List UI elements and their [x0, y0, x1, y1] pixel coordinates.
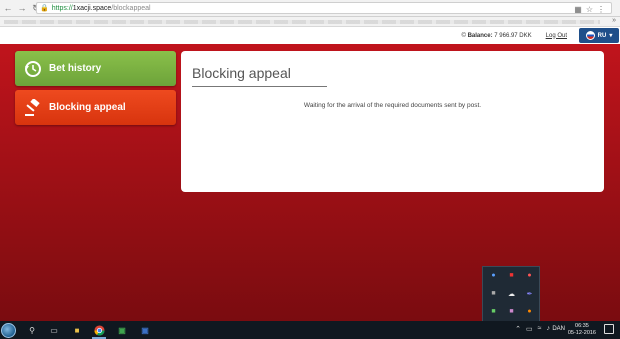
volume-icon[interactable]: ♪	[547, 325, 551, 333]
url-path: /blockappeal	[111, 4, 151, 12]
search-icon[interactable]: ⚲	[26, 324, 38, 336]
app-tray-icon[interactable]: ■	[507, 271, 516, 280]
menu-icon[interactable]: ⋮	[597, 5, 605, 14]
clock-date: 05-12-2016	[567, 330, 596, 336]
title-divider	[192, 86, 327, 87]
taskbar: ⚲ ▭ ■ ▣ ▣ ⌃ ▭ ≈ ♪ DAN 06:35 05-12-2016	[0, 321, 620, 339]
gavel-icon	[23, 98, 43, 118]
chevron-down-icon: ▾	[609, 33, 613, 39]
notification-icon[interactable]	[604, 324, 614, 334]
notes-icon[interactable]: ■	[489, 289, 498, 298]
bluetooth-icon[interactable]: ●	[489, 271, 498, 280]
page-title: Blocking appeal	[192, 65, 291, 81]
language-code: RU	[597, 32, 607, 39]
lock-icon: 🔒	[40, 5, 49, 12]
chrome-icon[interactable]	[93, 324, 105, 336]
antivirus-icon[interactable]: ●	[525, 271, 534, 280]
bookmarks-overflow-icon[interactable]: »	[612, 17, 616, 24]
site-header: © Balance: 7 966.97 DKK Log Out RU ▾	[0, 27, 620, 44]
logout-link[interactable]: Log Out	[546, 33, 567, 39]
back-icon[interactable]: ←	[2, 2, 14, 14]
cloud-icon[interactable]: ☁	[507, 289, 516, 298]
balance-value: 7 966.97 DKK	[494, 32, 532, 39]
browser-toolbar: ← → ↻ 🔒 https:// 1xacji.space /blockappe…	[0, 0, 620, 17]
system-tray: ⌃ ▭ ≈ ♪	[515, 325, 550, 333]
bet-history-button[interactable]: Bet history	[15, 51, 176, 86]
tray-overflow-popup: ● ■ ● ■ ☁ ✒ ■ ■ ●	[482, 266, 540, 322]
word-icon[interactable]: ▣	[139, 324, 151, 336]
status-message: Waiting for the arrival of the required …	[303, 102, 482, 109]
blocking-appeal-label: Blocking appeal	[49, 102, 126, 113]
battery-icon[interactable]: ▭	[526, 325, 533, 333]
start-button[interactable]	[1, 322, 16, 338]
flag-icon	[585, 31, 595, 40]
file-explorer-icon[interactable]: ■	[71, 324, 83, 336]
bookmarks-blurred	[4, 20, 600, 24]
bet-history-label: Bet history	[49, 63, 102, 74]
input-language[interactable]: DAN	[552, 326, 565, 332]
history-icon	[23, 59, 43, 79]
network-app-icon[interactable]: ■	[507, 307, 516, 316]
content-panel: Blocking appeal Waiting for the arrival …	[181, 51, 604, 192]
bookmarks-bar: »	[0, 17, 620, 27]
url-host: 1xacji.space	[72, 4, 112, 12]
translate-icon[interactable]: ▦	[574, 5, 582, 14]
clock[interactable]: 06:35 05-12-2016	[568, 323, 596, 337]
balance: © Balance: 7 966.97 DKK	[462, 33, 532, 39]
balance-label: Balance:	[467, 32, 493, 39]
wifi-icon[interactable]: ≈	[538, 325, 542, 333]
forward-icon[interactable]: →	[16, 2, 28, 14]
task-view-icon[interactable]: ▭	[48, 324, 60, 336]
blocking-appeal-button[interactable]: Blocking appeal	[15, 90, 176, 125]
clock-time: 06:35	[575, 323, 589, 329]
pen-icon[interactable]: ✒	[525, 289, 534, 298]
tray-expand-icon[interactable]: ⌃	[515, 325, 521, 333]
green-app-icon[interactable]: ■	[489, 307, 498, 316]
address-bar[interactable]: 🔒 https:// 1xacji.space /blockappeal ▦ ☆…	[36, 2, 612, 14]
excel-icon[interactable]: ▣	[116, 324, 128, 336]
update-icon[interactable]: ●	[525, 307, 534, 316]
url-scheme: https://	[51, 4, 73, 12]
bookmark-star-icon[interactable]: ☆	[586, 5, 593, 14]
language-selector[interactable]: RU ▾	[579, 28, 619, 43]
